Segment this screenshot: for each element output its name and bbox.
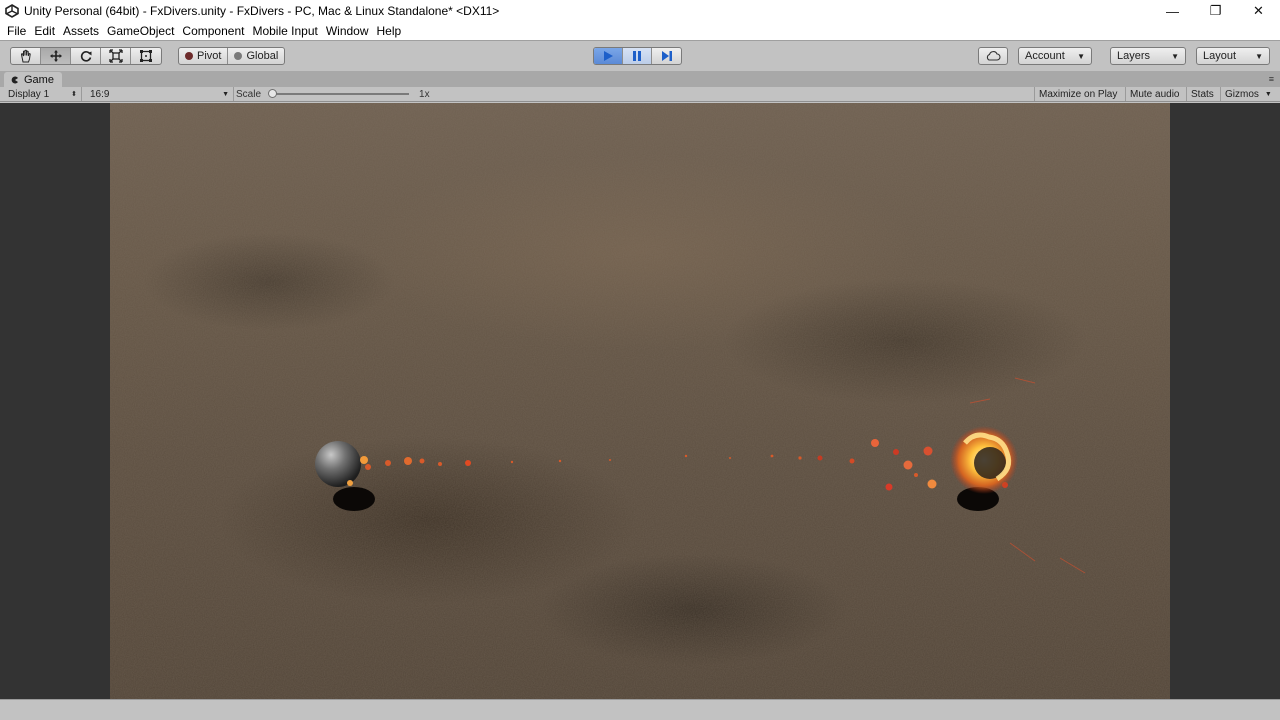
step-icon — [661, 51, 672, 61]
cloud-button[interactable] — [978, 47, 1008, 65]
layers-label: Layers — [1117, 50, 1151, 62]
pivot-global-toggles: Pivot Global — [178, 47, 286, 65]
global-toggle[interactable]: Global — [228, 48, 284, 64]
move-tool-button[interactable] — [41, 48, 71, 64]
cloud-icon — [986, 51, 1001, 61]
minimize-button[interactable]: — — [1151, 0, 1194, 22]
step-button[interactable] — [652, 48, 681, 64]
scale-label: Scale — [236, 88, 262, 100]
rect-tool-button[interactable] — [131, 48, 161, 64]
pause-icon — [633, 51, 641, 61]
game-tab-label: Game — [24, 73, 54, 86]
layout-label: Layout — [1203, 50, 1237, 62]
rotate-tool-button[interactable] — [71, 48, 101, 64]
close-button[interactable]: ✕ — [1237, 0, 1280, 22]
play-button[interactable] — [594, 48, 623, 64]
tab-options-icon[interactable]: ≡ — [1269, 74, 1274, 84]
menu-mobile-input[interactable]: Mobile Input — [248, 22, 321, 40]
game-view-toolbar: Display 1 ⬍ 16:9 ▼ Scale 1x Maximize on Pl… — [0, 87, 1280, 102]
status-bar — [0, 699, 1280, 720]
rotate-icon — [80, 51, 91, 62]
pivot-toggle[interactable]: Pivot — [179, 48, 229, 64]
tab-row: Game ≡ — [0, 71, 1280, 87]
display-label: Display 1 — [8, 88, 50, 100]
scale-control: Scale 1x — [236, 87, 430, 101]
menu-file[interactable]: File — [3, 22, 30, 40]
pause-button[interactable] — [623, 48, 652, 64]
title-bar: Unity Personal (64bit) - FxDivers.unity … — [0, 0, 1280, 22]
menu-gameobject[interactable]: GameObject — [103, 22, 178, 40]
scale-slider[interactable] — [268, 89, 410, 98]
move-icon — [49, 50, 62, 62]
chevron-down-icon: ▼ — [1171, 51, 1179, 61]
ball-shadow — [333, 487, 375, 511]
aspect-label: 16:9 — [90, 88, 110, 100]
game-render — [110, 103, 1170, 699]
scale-slider-thumb[interactable] — [268, 89, 278, 98]
stats-toggle[interactable]: Stats — [1186, 87, 1218, 101]
layout-dropdown[interactable]: Layout ▼ — [1196, 47, 1270, 65]
chevron-down-icon: ▼ — [222, 90, 229, 98]
scale-tool-button[interactable] — [101, 48, 131, 64]
gizmos-label: Gizmos — [1225, 88, 1259, 100]
play-controls — [593, 47, 682, 65]
main-toolbar: Pivot Global Account ▼ Layers ▼ Layout ▼ — [0, 40, 1280, 71]
sphere-object — [315, 441, 361, 487]
chevron-down-icon: ▼ — [1255, 51, 1263, 61]
menu-component[interactable]: Component — [178, 22, 248, 40]
restore-button[interactable]: ❐ — [1194, 0, 1237, 22]
hand-icon — [20, 49, 31, 63]
aspect-dropdown[interactable]: 16:9 ▼ — [86, 87, 234, 101]
account-dropdown[interactable]: Account ▼ — [1018, 47, 1092, 65]
chevron-down-icon: ▼ — [1077, 51, 1085, 61]
chevron-updown-icon: ⬍ — [71, 91, 77, 98]
window-title: Unity Personal (64bit) - FxDivers.unity … — [24, 4, 500, 18]
chevron-down-icon: ▼ — [1264, 90, 1272, 98]
scene-render — [110, 103, 1170, 699]
ground-texture — [110, 103, 1170, 699]
scale-icon — [108, 49, 123, 63]
mute-audio-toggle[interactable]: Mute audio — [1125, 87, 1183, 101]
menu-window[interactable]: Window — [322, 22, 373, 40]
rect-icon — [140, 50, 152, 62]
menu-edit[interactable]: Edit — [30, 22, 59, 40]
layers-dropdown[interactable]: Layers ▼ — [1110, 47, 1186, 65]
global-label: Global — [246, 50, 279, 62]
pivot-label: Pivot — [197, 50, 222, 62]
hand-tool-button[interactable] — [11, 48, 41, 64]
global-icon — [234, 52, 243, 60]
menu-help[interactable]: Help — [373, 22, 406, 40]
tab-game[interactable]: Game — [4, 72, 62, 87]
gizmos-dropdown[interactable]: Gizmos ▼ — [1220, 87, 1280, 101]
unity-logo-icon — [4, 3, 20, 19]
account-label: Account — [1025, 50, 1065, 62]
play-icon — [604, 51, 613, 61]
menu-bar: File Edit Assets GameObject Component Mo… — [0, 22, 1280, 40]
display-dropdown[interactable]: Display 1 ⬍ — [4, 87, 82, 101]
pivot-icon — [185, 52, 193, 60]
scale-value: 1x — [419, 88, 430, 100]
maximize-on-play-toggle[interactable]: Maximize on Play — [1034, 87, 1121, 101]
game-viewport[interactable] — [0, 103, 1280, 699]
transform-tools — [10, 47, 162, 65]
game-tab-icon — [11, 76, 18, 83]
menu-assets[interactable]: Assets — [59, 22, 103, 40]
